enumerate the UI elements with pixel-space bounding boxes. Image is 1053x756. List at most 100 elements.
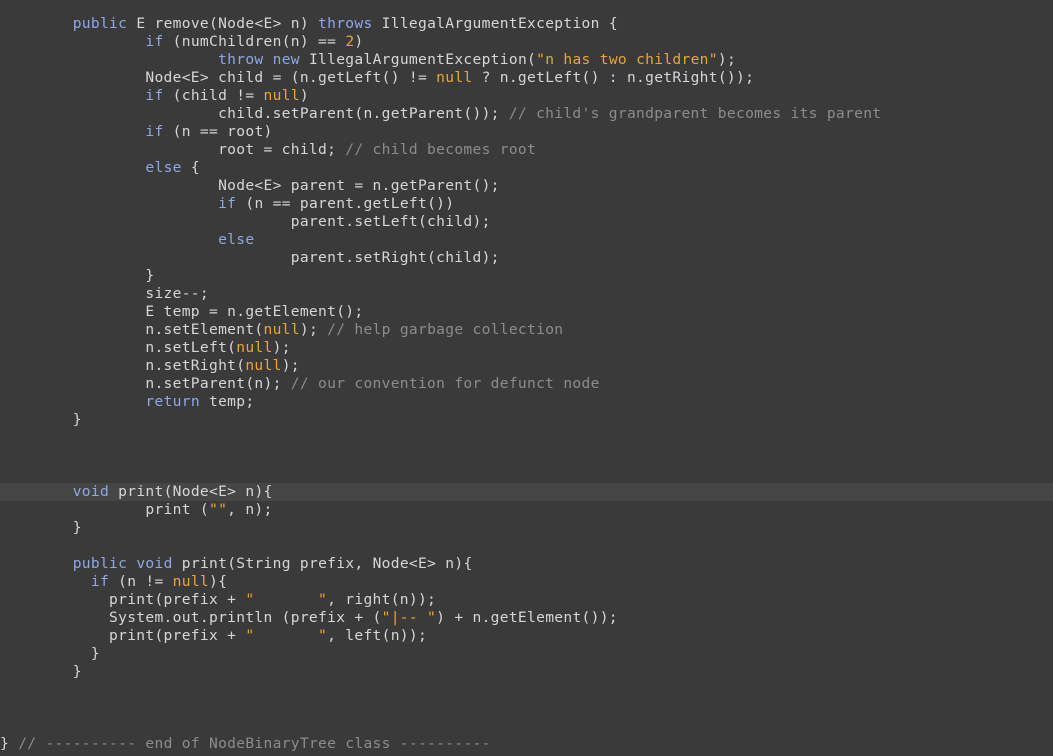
keyword-token: if bbox=[218, 195, 237, 212]
code-line[interactable]: parent.setLeft(child); bbox=[0, 213, 1053, 231]
literal-token: null bbox=[263, 87, 300, 104]
code-text: print(String prefix, Node<E> n){ bbox=[172, 555, 473, 572]
literal-token: null bbox=[172, 573, 210, 590]
code-text: ? n.getLeft() : n.getRight()); bbox=[472, 69, 755, 86]
comment-token: // child becomes root bbox=[345, 141, 537, 158]
code-line[interactable] bbox=[0, 447, 1053, 465]
code-text: print ( bbox=[0, 501, 209, 518]
code-text: } bbox=[0, 267, 155, 284]
code-line[interactable]: n.setRight(null); bbox=[0, 357, 1053, 375]
keyword-token: if bbox=[145, 87, 164, 104]
code-line[interactable]: if (n == parent.getLeft()) bbox=[0, 195, 1053, 213]
string-token: "|-- " bbox=[381, 609, 437, 626]
code-text: E remove(Node<E> n) bbox=[127, 15, 319, 32]
keyword-token: void bbox=[136, 555, 173, 572]
code-text: } bbox=[0, 411, 82, 428]
comment-token: // ---------- end of NodeBinaryTree clas… bbox=[18, 735, 491, 752]
code-text: print(prefix + bbox=[0, 627, 246, 644]
keyword-token: if bbox=[145, 123, 164, 140]
code-text: n.setLeft( bbox=[0, 339, 237, 356]
code-line[interactable] bbox=[0, 681, 1053, 699]
code-text: System.out.println (prefix + ( bbox=[0, 609, 382, 626]
code-line[interactable]: } // ---------- end of NodeBinaryTree cl… bbox=[0, 735, 1053, 753]
code-text: , right(n)); bbox=[327, 591, 437, 608]
code-line[interactable]: print(prefix + " ", right(n)); bbox=[0, 591, 1053, 609]
code-text: ); bbox=[299, 321, 328, 338]
code-line[interactable]: if (child != null) bbox=[0, 87, 1053, 105]
code-line[interactable]: n.setParent(n); // our convention for de… bbox=[0, 375, 1053, 393]
code-line[interactable]: if (numChildren(n) == 2) bbox=[0, 33, 1053, 51]
literal-token: null bbox=[245, 357, 282, 374]
code-line[interactable]: } bbox=[0, 663, 1053, 681]
code-line[interactable]: size--; bbox=[0, 285, 1053, 303]
code-text: ) + n.getElement()); bbox=[436, 609, 618, 626]
literal-token: null bbox=[436, 69, 473, 86]
code-line[interactable] bbox=[0, 699, 1053, 717]
code-text: n.setElement( bbox=[0, 321, 264, 338]
code-line[interactable] bbox=[0, 429, 1053, 447]
string-token: " " bbox=[245, 627, 328, 644]
code-line[interactable] bbox=[0, 465, 1053, 483]
code-line[interactable]: } bbox=[0, 267, 1053, 285]
code-text: parent.setRight(child); bbox=[0, 249, 500, 266]
literal-token: null bbox=[263, 321, 300, 338]
keyword-token: throw bbox=[218, 51, 264, 68]
code-text: print(prefix + bbox=[0, 591, 246, 608]
code-line[interactable]: throw new IllegalArgumentException("n ha… bbox=[0, 51, 1053, 69]
code-text: } bbox=[0, 663, 82, 680]
code-line[interactable]: } bbox=[0, 519, 1053, 537]
code-line[interactable] bbox=[0, 537, 1053, 555]
code-line[interactable]: public void print(String prefix, Node<E>… bbox=[0, 555, 1053, 573]
code-line[interactable]: if (n == root) bbox=[0, 123, 1053, 141]
comment-token: // child's grandparent becomes its paren… bbox=[508, 105, 882, 122]
code-text: ) bbox=[354, 33, 364, 50]
code-line[interactable]: n.setLeft(null); bbox=[0, 339, 1053, 357]
code-line[interactable]: System.out.println (prefix + ("|-- ") + … bbox=[0, 609, 1053, 627]
code-line[interactable]: public E remove(Node<E> n) throws Illega… bbox=[0, 15, 1053, 33]
code-text: Node<E> parent = n.getParent(); bbox=[0, 177, 500, 194]
code-text: ){ bbox=[209, 573, 228, 590]
code-text: { bbox=[181, 159, 200, 176]
code-text: root = child; bbox=[0, 141, 346, 158]
string-token: "n has two children" bbox=[536, 51, 718, 68]
code-text: , n); bbox=[227, 501, 273, 518]
keyword-token: else bbox=[218, 231, 255, 248]
code-text: ); bbox=[717, 51, 737, 68]
code-text: ); bbox=[281, 357, 300, 374]
code-line[interactable]: child.setParent(n.getParent()); // child… bbox=[0, 105, 1053, 123]
code-text: (n == root) bbox=[163, 123, 273, 140]
code-line-current[interactable]: void print(Node<E> n){ bbox=[0, 483, 1053, 501]
code-line[interactable]: } bbox=[0, 411, 1053, 429]
code-line[interactable]: } bbox=[0, 645, 1053, 663]
code-line[interactable]: root = child; // child becomes root bbox=[0, 141, 1053, 159]
code-editor[interactable]: public E remove(Node<E> n) throws Illega… bbox=[0, 0, 1053, 756]
code-line[interactable]: if (n != null){ bbox=[0, 573, 1053, 591]
code-line[interactable]: n.setElement(null); // help garbage coll… bbox=[0, 321, 1053, 339]
code-line[interactable]: parent.setRight(child); bbox=[0, 249, 1053, 267]
keyword-token: void bbox=[72, 483, 110, 500]
code-line[interactable]: E temp = n.getElement(); bbox=[0, 303, 1053, 321]
code-line[interactable] bbox=[0, 717, 1053, 735]
code-line[interactable]: print(prefix + " ", left(n)); bbox=[0, 627, 1053, 645]
code-text: ); bbox=[272, 339, 291, 356]
keyword-token: public bbox=[72, 555, 128, 572]
code-line[interactable]: print ("", n); bbox=[0, 501, 1053, 519]
code-text: , left(n)); bbox=[327, 627, 428, 644]
code-line[interactable]: Node<E> child = (n.getLeft() != null ? n… bbox=[0, 69, 1053, 87]
code-line[interactable]: return temp; bbox=[0, 393, 1053, 411]
code-line[interactable]: Node<E> parent = n.getParent(); bbox=[0, 177, 1053, 195]
code-line[interactable]: else bbox=[0, 231, 1053, 249]
comment-token: // our convention for defunct node bbox=[290, 375, 600, 392]
code-line[interactable]: else { bbox=[0, 159, 1053, 177]
keyword-token: return bbox=[145, 393, 200, 410]
